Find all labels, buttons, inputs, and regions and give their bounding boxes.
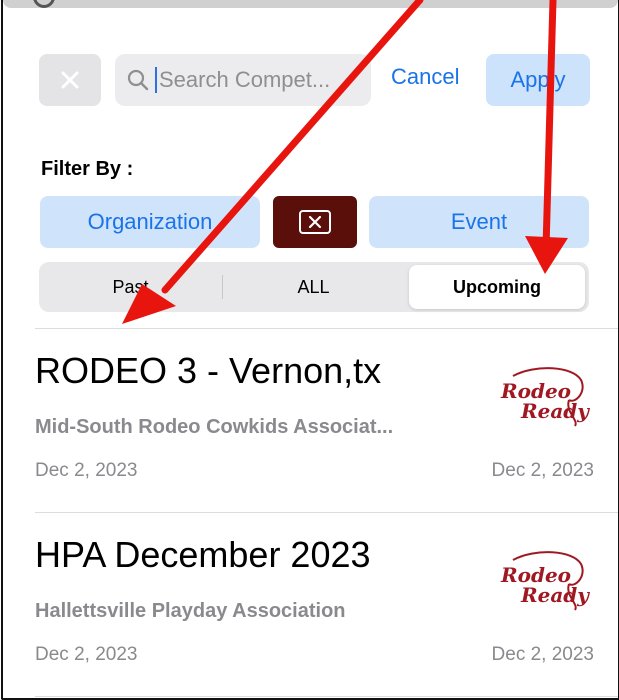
annotation-arrow-line xyxy=(542,0,557,252)
annotation-arrowhead xyxy=(525,236,568,274)
annotation-arrows xyxy=(122,0,568,324)
annotation-arrow-line xyxy=(161,0,424,294)
